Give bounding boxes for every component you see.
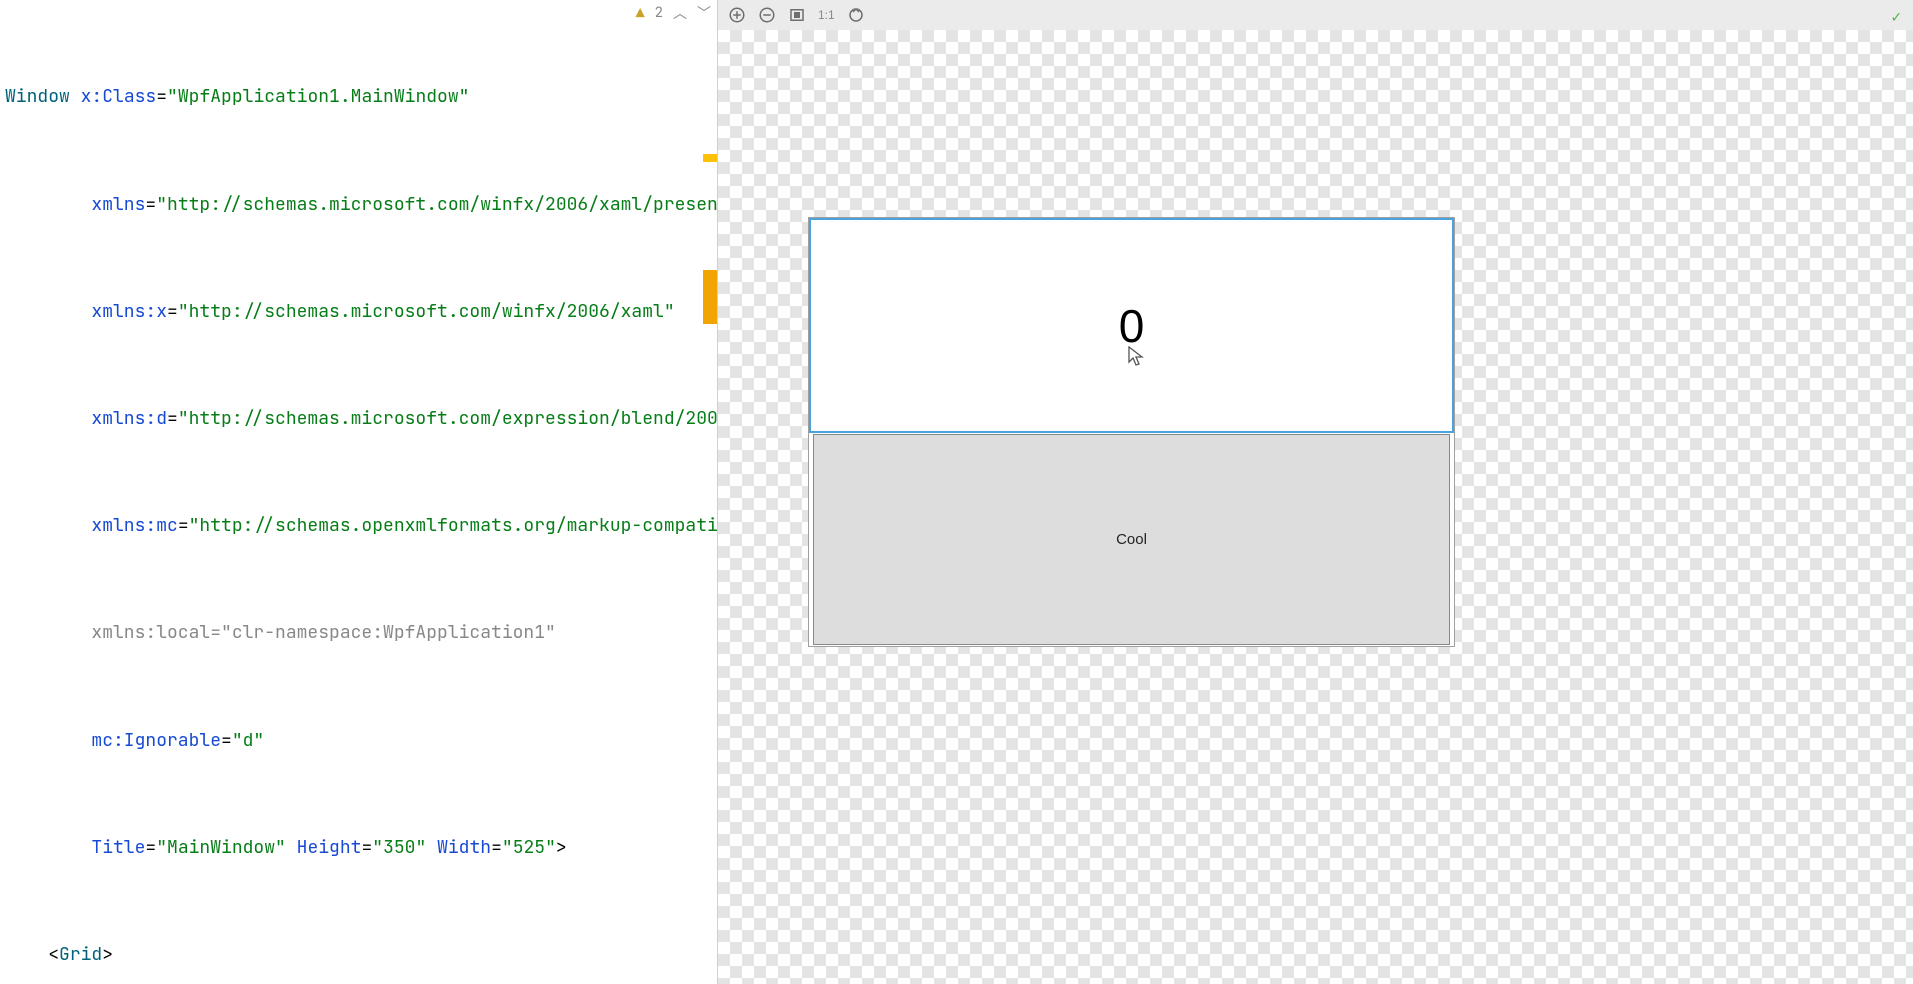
code-line[interactable]: mc:Ignorable="d"	[0, 728, 717, 755]
xaml-designer-pane: 1:1 ✓ 0 Cool	[717, 0, 1913, 984]
code-line[interactable]: <Grid>	[0, 942, 717, 969]
code-line[interactable]: xmlns:x="http://schemas.microsoft.com/wi…	[0, 299, 717, 326]
zoom-out-icon[interactable]	[758, 6, 776, 24]
code-line[interactable]: xmlns:local="clr-namespace:WpfApplicatio…	[0, 620, 717, 647]
code-line[interactable]: Window x:Class="WpfApplication1.MainWind…	[0, 84, 717, 111]
preview-button-cell: Cool	[809, 433, 1454, 646]
code-line[interactable]: xmlns:d="http://schemas.microsoft.com/ex…	[0, 406, 717, 433]
preview-label[interactable]: 0	[809, 218, 1454, 433]
zoom-in-icon[interactable]	[728, 6, 746, 24]
fit-to-screen-icon[interactable]	[788, 6, 806, 24]
code-area[interactable]: Window x:Class="WpfApplication1.MainWind…	[0, 0, 717, 984]
preview-window[interactable]: 0 Cool	[808, 217, 1455, 647]
code-line[interactable]: xmlns:mc="http://schemas.openxmlformats.…	[0, 513, 717, 540]
cursor-arrow-icon	[1128, 346, 1146, 371]
code-line[interactable]: Title="MainWindow" Height="350" Width="5…	[0, 835, 717, 862]
code-line[interactable]: xmlns="http://schemas.microsoft.com/winf…	[0, 192, 717, 219]
preview-button-text: Cool	[1116, 531, 1147, 548]
zoom-ratio: 1:1	[818, 8, 835, 22]
preview-button[interactable]: Cool	[813, 434, 1450, 645]
xaml-editor-pane[interactable]: ▲ 2 ︿ ﹀ Window x:Class="WpfApplication1.…	[0, 0, 717, 984]
designer-canvas[interactable]: 0 Cool	[718, 30, 1913, 984]
refresh-icon[interactable]	[847, 6, 865, 24]
preview-label-text: 0	[1119, 299, 1145, 353]
designer-toolbar: 1:1	[718, 0, 1913, 30]
status-ok-icon: ✓	[1891, 6, 1901, 27]
